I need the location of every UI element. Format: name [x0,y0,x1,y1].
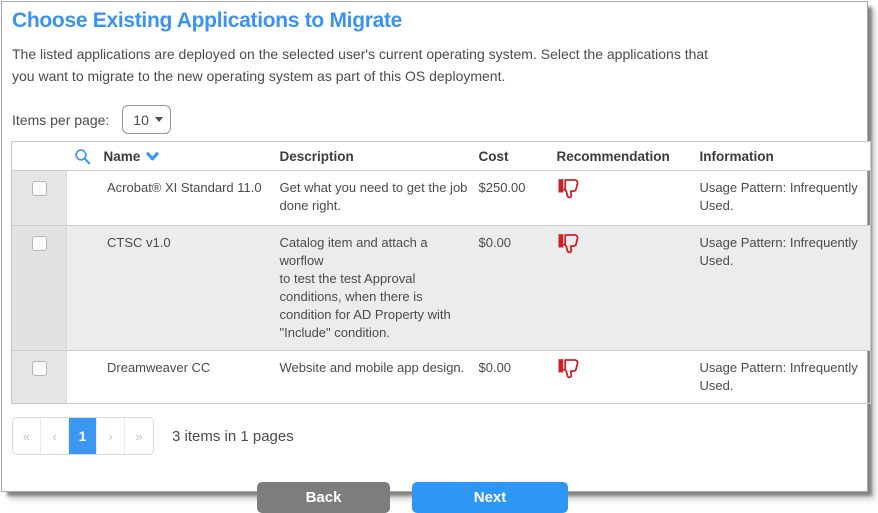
items-per-page-label: Items per page: [12,112,109,128]
app-information: Usage Pattern: Infrequently Used. [700,171,871,226]
column-header-cost[interactable]: Cost [479,142,557,171]
page-title: Choose Existing Applications to Migrate [12,9,857,33]
last-page-button[interactable]: » [125,418,153,454]
table-row: CTSC v1.0 Catalog item and attach a worf… [12,226,871,351]
column-header-description[interactable]: Description [280,142,479,171]
next-button[interactable]: Next [412,482,568,513]
app-name: Acrobat® XI Standard 11.0 [67,171,280,226]
column-header-recommendation[interactable]: Recommendation [557,142,700,171]
app-description: Get what you need to get the job done ri… [280,171,479,226]
app-cost: $0.00 [479,226,557,351]
previous-page-button[interactable]: ‹ [41,418,69,454]
column-header-name-label: Name [104,149,141,164]
column-header-name[interactable]: Name [67,142,280,171]
thumbs-down-icon [557,177,583,202]
migrate-applications-dialog: Choose Existing Applications to Migrate … [1,1,868,492]
table-row: Dreamweaver CC Website and mobile app de… [12,351,871,404]
search-icon[interactable] [74,148,91,165]
app-description: Catalog item and attach a worflow to tes… [280,226,479,351]
column-header-information[interactable]: Information [700,142,871,171]
thumbs-down-icon [557,357,583,382]
first-page-button[interactable]: « [13,418,41,454]
app-description: Website and mobile app design. [280,351,479,404]
back-button[interactable]: Back [257,482,390,513]
applications-table: Name Description Cost Recommendation Inf… [11,141,871,404]
app-cost: $0.00 [479,351,557,404]
wizard-footer: Back Next [257,482,867,513]
table-row: Acrobat® XI Standard 11.0 Get what you n… [12,171,871,226]
row-checkbox[interactable] [32,236,47,251]
row-checkbox[interactable] [32,361,47,376]
items-per-page-select[interactable]: 10 [122,105,171,134]
pager: « ‹ 1 › » [12,417,154,455]
items-per-page-row: Items per page: 10 [12,105,867,134]
caret-down-icon [155,117,163,122]
next-page-button[interactable]: › [97,418,125,454]
app-cost: $250.00 [479,171,557,226]
intro-text: The listed applications are deployed on … [12,43,855,87]
table-header-row: Name Description Cost Recommendation Inf… [12,142,871,171]
row-checkbox[interactable] [32,181,47,196]
app-name: Dreamweaver CC [67,351,280,404]
items-per-page-value: 10 [133,112,149,128]
pagination-bar: « ‹ 1 › » 3 items in 1 pages [12,417,867,455]
app-name: CTSC v1.0 [67,226,280,351]
thumbs-down-icon [557,232,583,257]
pagination-summary: 3 items in 1 pages [172,428,294,445]
header-checkbox-spacer [12,142,67,171]
page-1-button[interactable]: 1 [69,418,97,454]
app-information: Usage Pattern: Infrequently Used. [700,351,871,404]
app-information: Usage Pattern: Infrequently Used. [700,226,871,351]
sort-desc-icon [146,152,159,161]
